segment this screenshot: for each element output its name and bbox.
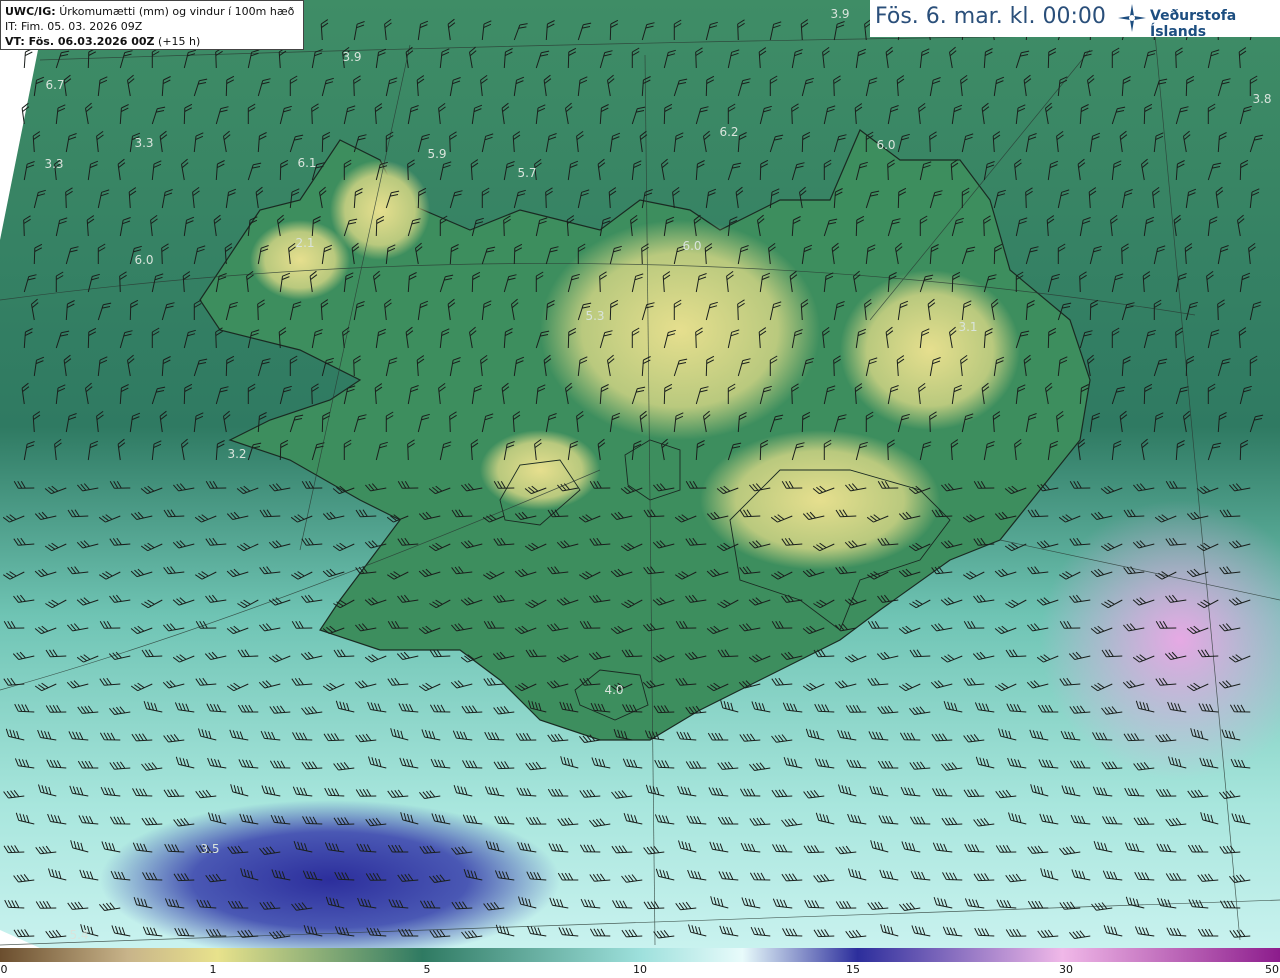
colorbar-tick-label: 30 — [1059, 963, 1073, 976]
colorbar-tick-label: 15 — [846, 963, 860, 976]
highland-yellow — [480, 430, 600, 510]
highland-yellow — [700, 430, 940, 570]
valid-time-title: Fös. 6. mar. kl. 00:00 — [875, 4, 1106, 29]
map-value-label: 5.9 — [427, 147, 446, 161]
colorbar-tick-label: 5 — [423, 963, 431, 976]
brand-name: Veðurstofa Íslands — [1150, 8, 1237, 40]
map-value-label: 5.3 — [585, 309, 604, 323]
highland-yellow — [540, 220, 820, 440]
forecast-lead: (+15 h) — [158, 35, 201, 48]
map-value-label: 4.0 — [604, 683, 623, 697]
map-value-label: 3.3 — [44, 157, 63, 171]
colorbar-ticks: 0 1 5 10 15 30 50 — [0, 962, 1280, 978]
info-box: UWC/IG: Úrkomumætti (mm) og vindur í 100… — [0, 0, 304, 50]
map-value-label: 6.2 — [719, 125, 738, 139]
product-code: UWC/IG: — [5, 5, 56, 18]
map-value-label: 6.0 — [682, 239, 701, 253]
highland-yellow — [250, 220, 350, 300]
map-value-label: 2.1 — [295, 236, 314, 250]
map-value-label: 6.0 — [876, 138, 895, 152]
colorbar-tick-label: 1 — [209, 963, 217, 976]
issue-time: IT: Fim. 05. 03. 2026 09Z — [5, 20, 143, 33]
colorbar-tick-label: 50 — [1265, 963, 1279, 976]
map-value-label: 3.1 — [958, 320, 977, 334]
product-description: Úrkomumætti (mm) og vindur í 100m hæð — [59, 5, 295, 18]
map-value-label: 6.0 — [134, 253, 153, 267]
title-box: Fös. 6. mar. kl. 00:00 Veðurstofa Ísland… — [870, 0, 1280, 40]
map-value-label: 6.1 — [297, 156, 316, 170]
vedurstofa-logo-icon — [1118, 4, 1146, 32]
map-value-label: 3.9 — [342, 50, 361, 64]
colorbar-tick-label: 0 — [0, 963, 8, 976]
map-value-label: 3.9 — [830, 7, 849, 21]
highland-yellow — [840, 270, 1020, 430]
map-value-label: 3.5 — [200, 842, 219, 856]
precipitation-wind-map: 3.9 3.9 6.7 3.3 3.3 6.1 5.9 5.7 6.2 6.0 3.8 6.0 2.1 6… — [0, 0, 1280, 948]
colorbar-tick-label: 10 — [633, 963, 647, 976]
map-value-label: 3.2 — [227, 447, 246, 461]
map-value-label: 5.7 — [517, 166, 536, 180]
map-value-label: 5.4 — [69, 928, 88, 942]
valid-time: VT: Fös. 06.03.2026 00Z — [5, 35, 155, 48]
map-value-label: 6.7 — [45, 78, 64, 92]
map-value-label: 3.8 — [1252, 92, 1271, 106]
colorbar — [0, 948, 1280, 962]
map-value-label: 3.3 — [134, 136, 153, 150]
